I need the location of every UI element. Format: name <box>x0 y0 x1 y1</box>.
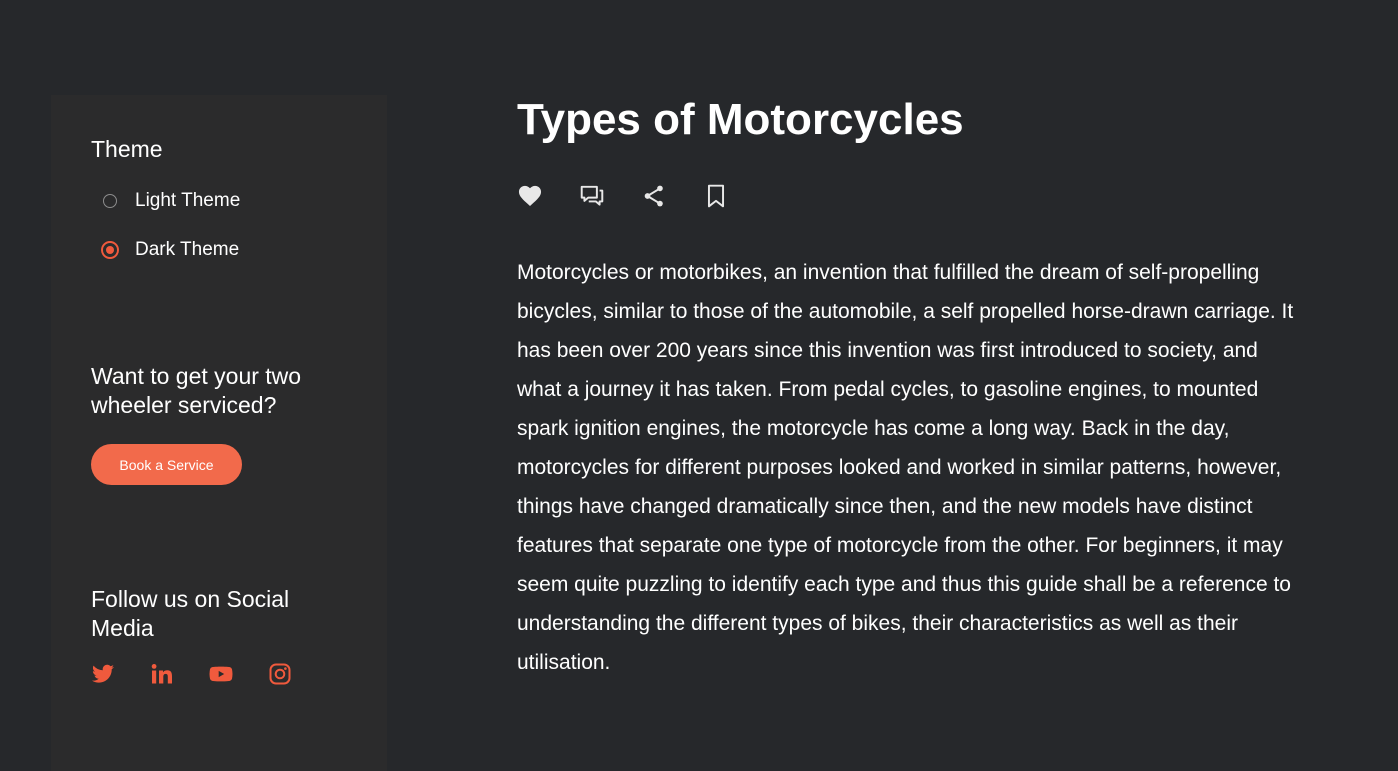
heart-icon[interactable] <box>517 183 543 209</box>
twitter-icon[interactable] <box>91 662 115 686</box>
theme-heading: Theme <box>91 136 163 162</box>
page-title: Types of Motorcycles <box>517 95 964 144</box>
article-body: Motorcycles or motorbikes, an invention … <box>517 261 1294 674</box>
dark-theme-label: Dark Theme <box>135 239 240 260</box>
linkedin-icon[interactable] <box>150 662 174 686</box>
bookmark-icon[interactable] <box>703 183 729 209</box>
comment-icon[interactable] <box>579 183 605 209</box>
dark-theme-option[interactable]: Dark Theme <box>101 238 240 262</box>
social-heading: Follow us on Social Media <box>91 586 290 641</box>
social-links <box>91 662 327 686</box>
light-theme-label: Light Theme <box>135 190 241 211</box>
light-theme-radio[interactable] <box>103 194 117 208</box>
share-icon[interactable] <box>641 183 667 209</box>
instagram-icon[interactable] <box>268 662 292 686</box>
light-theme-option[interactable]: Light Theme <box>103 189 240 213</box>
dark-theme-radio[interactable] <box>101 241 119 259</box>
youtube-icon[interactable] <box>209 662 233 686</box>
service-heading: Want to get your two wheeler serviced? <box>91 363 302 418</box>
book-service-button[interactable]: Book a Service <box>91 444 242 485</box>
sidebar: Theme Light Theme Dark Theme Want to get… <box>51 95 387 771</box>
article-actions <box>517 183 765 209</box>
